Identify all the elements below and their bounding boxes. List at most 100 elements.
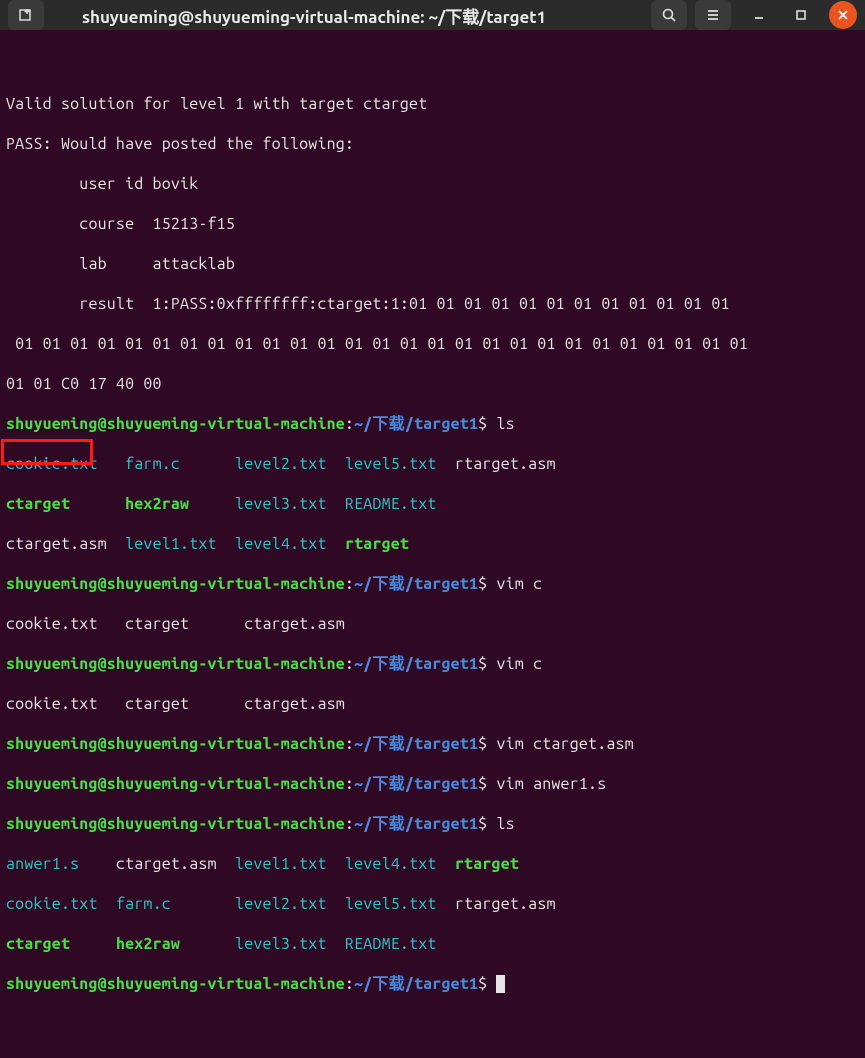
prompt-dollar: $: [478, 575, 487, 593]
file: ctarget.asm: [244, 615, 345, 633]
ls-row: ctarget hex2raw level3.txt README.txt: [6, 494, 859, 514]
prompt-path: /下载/target1: [363, 655, 478, 673]
file: ctarget.asm: [244, 695, 345, 713]
file-exec: hex2raw: [125, 495, 189, 513]
output-line: Valid solution for level 1 with target c…: [6, 94, 859, 114]
file: ctarget: [125, 615, 189, 633]
window-title: shuyueming@shuyueming-virtual-machine: ~…: [52, 3, 643, 28]
terminal-window: shuyueming@shuyueming-virtual-machine: ~…: [0, 0, 865, 563]
prompt-tilde: ~: [354, 975, 363, 993]
ls-row: cookie.txt farm.c level2.txt level5.txt …: [6, 454, 859, 474]
cursor: [496, 975, 505, 993]
cmd-vim-ctarget: vim ctarget.asm: [487, 735, 634, 753]
output-line: 01 01 C0 17 40 00: [6, 374, 859, 394]
close-button[interactable]: [829, 1, 857, 29]
file-highlighted: anwer1.s: [6, 855, 79, 873]
close-icon: [837, 9, 849, 21]
prompt-colon: :: [345, 775, 354, 793]
output-line: lab attacklab: [6, 254, 859, 274]
prompt-line: shuyueming@shuyueming-virtual-machine:~/…: [6, 734, 859, 754]
output-line: course 15213-f15: [6, 214, 859, 234]
titlebar: shuyueming@shuyueming-virtual-machine: ~…: [0, 0, 865, 30]
minimize-icon: [752, 8, 766, 22]
cmd-ls: ls: [487, 415, 514, 433]
file: farm.c: [125, 455, 180, 473]
prompt-tilde: ~: [354, 735, 363, 753]
ls-row: cookie.txt farm.c level2.txt level5.txt …: [6, 894, 859, 914]
file: level5.txt: [345, 895, 437, 913]
cmd-vim-c: vim c: [487, 575, 542, 593]
file: rtarget.asm: [455, 895, 556, 913]
cmd-vim-anwer: vim anwer1.s: [487, 775, 606, 793]
file: ctarget: [125, 695, 189, 713]
prompt-tilde: ~: [354, 415, 363, 433]
file: level4.txt: [345, 855, 437, 873]
file: cookie.txt: [6, 695, 98, 713]
prompt-line: shuyueming@shuyueming-virtual-machine:~/…: [6, 774, 859, 794]
prompt-userhost: shuyueming@shuyueming-virtual-machine: [6, 655, 345, 673]
prompt-userhost: shuyueming@shuyueming-virtual-machine: [6, 815, 345, 833]
terminal-body[interactable]: Valid solution for level 1 with target c…: [0, 30, 865, 1058]
file: level4.txt: [235, 535, 327, 553]
prompt-dollar: $: [478, 975, 487, 993]
tab-complete-row: cookie.txt ctarget ctarget.asm: [6, 694, 859, 714]
prompt-userhost: shuyueming@shuyueming-virtual-machine: [6, 415, 345, 433]
new-tab-button[interactable]: [8, 0, 44, 30]
menu-button[interactable]: [695, 0, 731, 30]
prompt-colon: :: [345, 815, 354, 833]
prompt-path: /下载/target1: [363, 975, 478, 993]
maximize-icon: [794, 8, 808, 22]
file: cookie.txt: [6, 455, 98, 473]
prompt-userhost: shuyueming@shuyueming-virtual-machine: [6, 775, 345, 793]
cmd-vim-c: vim c: [487, 655, 542, 673]
ls-row: ctarget.asm level1.txt level4.txt rtarge…: [6, 534, 859, 554]
prompt-path: /下载/target1: [363, 735, 478, 753]
prompt-tilde: ~: [354, 655, 363, 673]
file: farm.c: [116, 895, 171, 913]
prompt-dollar: $: [478, 815, 487, 833]
file: rtarget.asm: [455, 455, 556, 473]
minimize-button[interactable]: [745, 1, 773, 29]
file-exec: ctarget: [6, 495, 70, 513]
prompt-colon: :: [345, 575, 354, 593]
file: level2.txt: [235, 455, 327, 473]
prompt-path: /下载/target1: [363, 415, 478, 433]
search-button[interactable]: [651, 0, 687, 30]
file: ctarget.asm: [6, 535, 107, 553]
prompt-line: shuyueming@shuyueming-virtual-machine:~/…: [6, 574, 859, 594]
prompt-path: /下载/target1: [363, 815, 478, 833]
output-line: result 1:PASS:0xffffffff:ctarget:1:01 01…: [6, 294, 859, 314]
maximize-button[interactable]: [787, 1, 815, 29]
prompt-colon: :: [345, 415, 354, 433]
output-line: 01 01 01 01 01 01 01 01 01 01 01 01 01 0…: [6, 334, 859, 354]
file: ctarget.asm: [116, 855, 217, 873]
ls-row: anwer1.s ctarget.asm level1.txt level4.t…: [6, 854, 859, 874]
output-line: user id bovik: [6, 174, 859, 194]
file: level3.txt: [235, 935, 327, 953]
search-icon: [661, 7, 677, 23]
ls-row: ctarget hex2raw level3.txt README.txt: [6, 934, 859, 954]
prompt-line: shuyueming@shuyueming-virtual-machine:~/…: [6, 414, 859, 434]
prompt-dollar: $: [478, 655, 487, 673]
prompt-tilde: ~: [354, 815, 363, 833]
prompt-tilde: ~: [354, 775, 363, 793]
prompt-line: shuyueming@shuyueming-virtual-machine:~/…: [6, 654, 859, 674]
file: level3.txt: [235, 495, 327, 513]
prompt-userhost: shuyueming@shuyueming-virtual-machine: [6, 575, 345, 593]
file: README.txt: [345, 495, 437, 513]
file: cookie.txt: [6, 895, 98, 913]
file: README.txt: [345, 935, 437, 953]
prompt-userhost: shuyueming@shuyueming-virtual-machine: [6, 975, 345, 993]
file: level2.txt: [235, 895, 327, 913]
file: cookie.txt: [6, 615, 98, 633]
new-tab-icon: [18, 7, 34, 23]
prompt-colon: :: [345, 735, 354, 753]
prompt-userhost: shuyueming@shuyueming-virtual-machine: [6, 735, 345, 753]
file-exec: hex2raw: [116, 935, 180, 953]
prompt-colon: :: [345, 655, 354, 673]
prompt-line: shuyueming@shuyueming-virtual-machine:~/…: [6, 814, 859, 834]
file: level1.txt: [235, 855, 327, 873]
file: level1.txt: [125, 535, 217, 553]
output-line: PASS: Would have posted the following:: [6, 134, 859, 154]
prompt-path: /下载/target1: [363, 775, 478, 793]
